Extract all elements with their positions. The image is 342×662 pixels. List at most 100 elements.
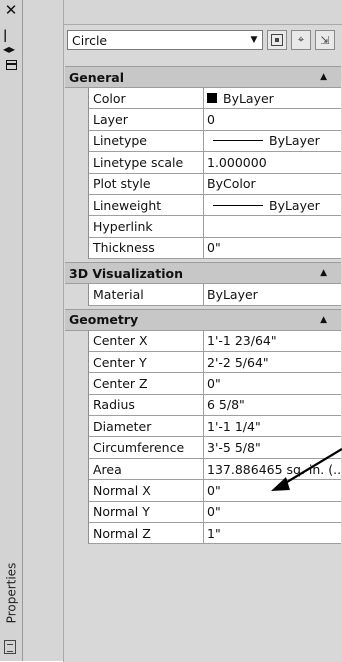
property-value-text: ByLayer <box>269 197 320 213</box>
property-value[interactable]: ByColor <box>204 174 341 194</box>
property-row[interactable]: Center Z 0" <box>89 373 341 395</box>
close-icon[interactable]: ✕ <box>3 1 19 19</box>
properties-panel: Circle ▼ ⌖ ⇲ General ▲ Color ByLayer Layer 0 L… <box>23 0 342 662</box>
property-name: Material <box>89 284 204 305</box>
property-value-text: 2'-2 5/64" <box>207 354 269 370</box>
property-name: Hyperlink <box>89 216 204 237</box>
property-name: Circumference <box>89 437 204 458</box>
property-name: Linetype scale <box>89 152 204 173</box>
category-rows: Center X 1'-1 23/64" Center Y 2'-2 5/64" Cen… <box>88 330 341 545</box>
property-row[interactable]: Color ByLayer <box>89 88 341 110</box>
property-row[interactable]: Plot style ByColor <box>89 173 341 195</box>
property-value[interactable]: ByLayer <box>204 131 341 151</box>
property-value[interactable] <box>204 216 341 236</box>
property-row[interactable]: Circumference 3'-5 5/8" <box>89 437 341 459</box>
select-objects-button[interactable]: ⌖ <box>291 30 311 50</box>
category-title: Geometry <box>69 312 139 328</box>
category-rows: Color ByLayer Layer 0 Linetype ByLayer Linetyp… <box>88 88 341 260</box>
palette-settings-icon[interactable] <box>4 640 16 654</box>
property-value-text: 6 5/8" <box>207 397 245 413</box>
property-value-text: 0" <box>207 504 221 520</box>
linetype-preview <box>213 140 263 142</box>
category-title: 3D Visualization <box>69 265 183 281</box>
select-objects-icon: ⌖ <box>297 33 305 46</box>
property-row[interactable]: Center X 1'-1 23/64" <box>89 330 341 352</box>
property-row[interactable]: Linetype scale 1.000000 <box>89 152 341 174</box>
property-value[interactable]: ByLayer <box>204 284 341 304</box>
quick-select-button[interactable]: ⇲ <box>315 30 335 50</box>
property-name: Linetype <box>89 130 204 152</box>
auto-hide-icon[interactable]: |◂▸ <box>3 28 19 56</box>
property-grid: General ▲ Color ByLayer Layer 0 Linetype ByLaye… <box>65 66 341 545</box>
property-row[interactable]: Lineweight ByLayer <box>89 194 341 217</box>
property-row[interactable]: Normal X 0" <box>89 480 341 502</box>
property-value[interactable]: 1'-1 23/64" <box>204 331 341 351</box>
property-row[interactable]: Diameter 1'-1 1/4" <box>89 416 341 438</box>
selection-value: Circle <box>72 32 108 48</box>
collapse-icon[interactable]: ▲ <box>320 315 327 325</box>
property-row[interactable]: Thickness 0" <box>89 237 341 260</box>
category-header[interactable]: 3D Visualization ▲ <box>65 262 341 285</box>
property-value[interactable]: ByLayer <box>204 88 341 108</box>
property-name: Thickness <box>89 237 204 259</box>
property-value[interactable]: 0" <box>204 480 341 500</box>
property-name: Center X <box>89 330 204 351</box>
property-value-text: 1" <box>207 525 221 541</box>
property-value-text: 0" <box>207 375 221 391</box>
property-value-text: 3'-5 5/8" <box>207 440 261 456</box>
selection-toolbar: Circle ▼ ⌖ ⇲ <box>67 30 342 52</box>
property-value-text: 1'-1 23/64" <box>207 333 277 349</box>
selection-dropdown[interactable]: Circle ▼ <box>67 30 263 50</box>
category-header[interactable]: Geometry ▲ <box>65 308 341 331</box>
property-row[interactable]: Center Y 2'-2 5/64" <box>89 351 341 374</box>
property-name: Radius <box>89 394 204 416</box>
property-value[interactable]: ByLayer <box>204 195 341 215</box>
property-row[interactable]: Area 137.886465 sq. in. (... <box>89 458 341 481</box>
property-name: Center Y <box>89 351 204 373</box>
property-value-text: ByLayer <box>223 90 274 106</box>
quick-select-icon: ⇲ <box>320 33 330 47</box>
property-row[interactable]: Hyperlink <box>89 216 341 238</box>
property-name: Normal Z <box>89 523 204 544</box>
property-value[interactable]: 1" <box>204 523 341 543</box>
property-row[interactable]: Normal Y 0" <box>89 501 341 524</box>
linetype-preview <box>213 204 263 206</box>
property-value[interactable]: 3'-5 5/8" <box>204 437 341 457</box>
property-value-text: ByColor <box>207 176 256 192</box>
property-value[interactable]: 1'-1 1/4" <box>204 416 341 436</box>
property-name: Normal X <box>89 480 204 501</box>
property-value[interactable]: 6 5/8" <box>204 395 341 415</box>
collapse-icon[interactable]: ▲ <box>320 268 327 278</box>
category-header[interactable]: General ▲ <box>65 66 341 88</box>
collapse-icon[interactable]: ▲ <box>320 72 327 82</box>
property-name: Plot style <box>89 173 204 194</box>
property-row[interactable]: Layer 0 <box>89 109 341 131</box>
palette-title-bar: ✕ |◂▸ Properties <box>0 0 23 661</box>
category-title: General <box>69 69 124 85</box>
property-value-text: 137.886465 sq. in. (... <box>207 461 341 477</box>
property-row[interactable]: Material ByLayer <box>89 284 341 306</box>
property-value[interactable]: 1.000000 <box>204 152 341 172</box>
property-row[interactable]: Radius 6 5/8" <box>89 394 341 417</box>
property-value[interactable]: 137.886465 sq. in. (... <box>204 459 341 479</box>
property-row[interactable]: Normal Z 1" <box>89 523 341 545</box>
property-value[interactable]: 0" <box>204 373 341 393</box>
property-name: Color <box>89 88 204 109</box>
chevron-down-icon[interactable]: ▼ <box>246 31 262 49</box>
property-value[interactable]: 2'-2 5/64" <box>204 352 341 372</box>
property-value[interactable]: 0 <box>204 109 341 129</box>
property-name: Area <box>89 458 204 480</box>
property-value[interactable]: 0" <box>204 238 341 258</box>
properties-menu-icon[interactable] <box>3 57 19 73</box>
toggle-pickadd-button[interactable] <box>267 30 287 50</box>
property-value-text: 0" <box>207 482 221 498</box>
property-value-text: ByLayer <box>207 286 258 302</box>
property-value-text: 0" <box>207 240 221 256</box>
category-rows: Material ByLayer <box>88 284 341 306</box>
property-value[interactable]: 0" <box>204 502 341 522</box>
property-value-text: 1'-1 1/4" <box>207 418 261 434</box>
property-row[interactable]: Linetype ByLayer <box>89 130 341 153</box>
property-name: Layer <box>89 109 204 130</box>
panel-frame <box>63 0 64 24</box>
property-value-text: ByLayer <box>269 133 320 149</box>
